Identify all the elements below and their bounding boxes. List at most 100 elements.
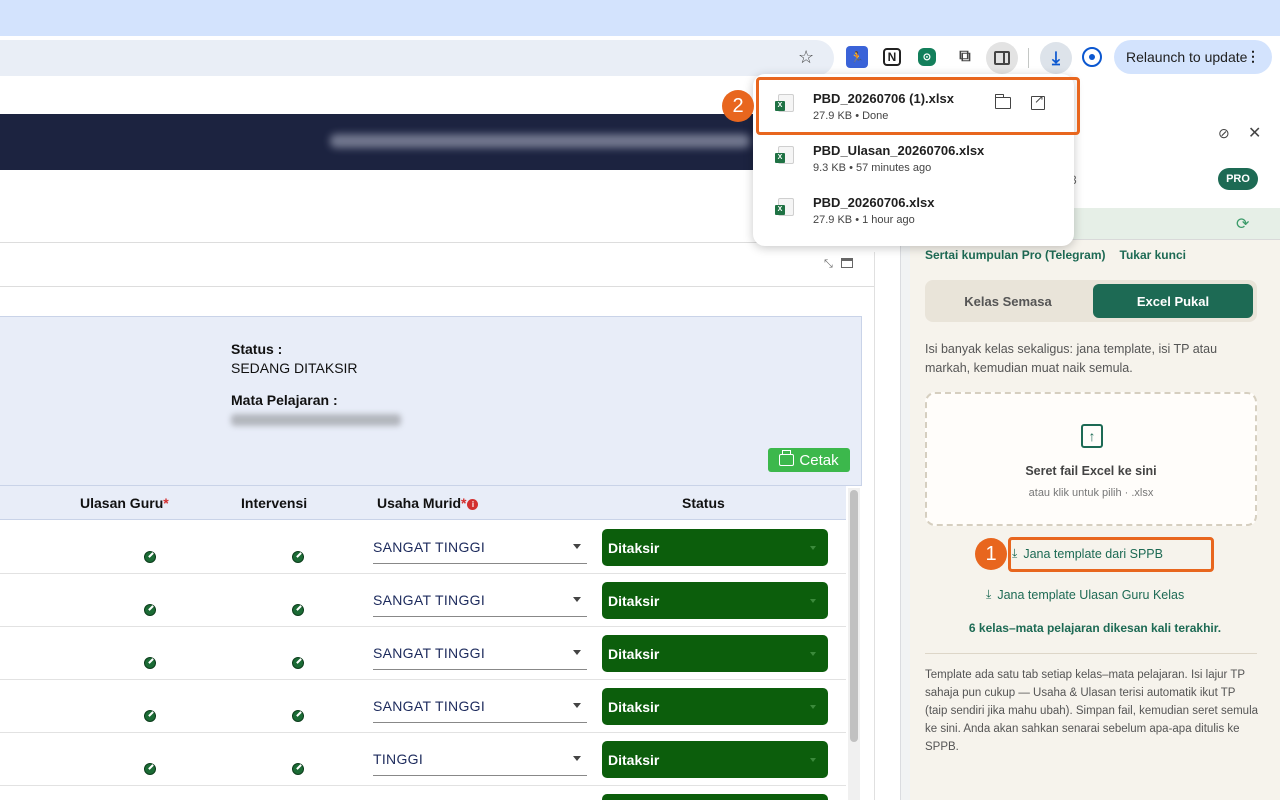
page-edge	[874, 252, 875, 800]
subject-label: Mata Pelajaran :	[231, 392, 338, 408]
generate-ulasan-template-button[interactable]: ⤓ Jana template Ulasan Guru Kelas	[986, 587, 1184, 602]
usaha-select[interactable]: SANGAT TINGGI	[373, 636, 587, 670]
status-select[interactable]	[602, 794, 828, 800]
edit-icon[interactable]	[292, 604, 304, 616]
edit-icon[interactable]	[144, 657, 156, 669]
tab-excel-pukal[interactable]: Excel Pukal	[1093, 284, 1253, 318]
table-row: SANGAT TINGGI Ditaksir	[0, 627, 846, 680]
join-pro-telegram-link[interactable]: Sertai kumpulan Pro (Telegram)	[925, 248, 1106, 262]
download-filename: PBD_20260706.xlsx	[813, 195, 935, 210]
dropzone-subtitle: atau klik untuk pilih · .xlsx	[1028, 487, 1154, 499]
download-item[interactable]: PBD_Ulasan_20260706.xlsx 9.3 KB • 57 min…	[753, 130, 1074, 182]
more-menu-icon[interactable]: ⋮	[1246, 48, 1260, 64]
notion-icon[interactable]: N	[883, 48, 901, 66]
edit-icon[interactable]	[144, 604, 156, 616]
scrollbar-thumb[interactable]	[850, 490, 858, 742]
edit-icon[interactable]	[292, 657, 304, 669]
divider	[925, 653, 1257, 654]
bookmark-star-icon[interactable]: ☆	[798, 47, 814, 67]
side-panel-toggle-button[interactable]	[986, 42, 1018, 74]
highlight-box-step-1	[1008, 537, 1214, 572]
usaha-select[interactable]: SANGAT TINGGI	[373, 583, 587, 617]
green-extension-icon[interactable]: ⊙	[918, 48, 936, 66]
caret-down-icon	[573, 703, 581, 708]
download-item[interactable]: PBD_20260706.xlsx 27.9 KB • 1 hour ago	[753, 182, 1074, 234]
print-button[interactable]: Cetak	[768, 448, 850, 472]
caret-down-icon	[573, 756, 581, 761]
status-label: Status :	[231, 341, 283, 357]
caret-down-icon	[810, 546, 816, 550]
bulk-description: Isi banyak kelas sekaligus: jana templat…	[925, 342, 1218, 375]
tab-kelas-semasa[interactable]: Kelas Semasa	[925, 280, 1091, 322]
file-upload-icon: ↑	[1081, 424, 1103, 448]
edit-icon[interactable]	[292, 551, 304, 563]
puzzle-icon[interactable]: ⧉	[954, 46, 976, 68]
usaha-select[interactable]: SANGAT TINGGI	[373, 530, 587, 564]
status-select[interactable]: Ditaksir	[602, 635, 828, 672]
relaunch-button[interactable]: Relaunch to update ⋮	[1114, 40, 1272, 74]
recent-classes-note: 6 kelas–mata pelajaran dikesan kali tera…	[968, 621, 1222, 635]
status-value: SEDANG DITAKSIR	[231, 360, 358, 376]
highlight-box-step-2	[756, 77, 1080, 135]
table-row: SANGAT TINGGI Ditaksir	[0, 521, 846, 574]
edit-icon[interactable]	[292, 710, 304, 722]
side-panel-icon	[994, 51, 1010, 65]
pro-badge: PRO	[1218, 168, 1258, 190]
edit-icon[interactable]	[144, 551, 156, 563]
table-row: SANGAT TINGGI Ditaksir	[0, 574, 846, 627]
info-icon[interactable]: i	[467, 499, 479, 510]
download-icon: ⤓	[1052, 47, 1060, 68]
table-row	[0, 786, 846, 800]
download-icon: ⤓	[986, 587, 992, 601]
table-scrollbar[interactable]	[848, 488, 860, 800]
divider	[0, 286, 874, 287]
browser-toolbar: ☆ 🏃 N ⊙ ⧉ ⤓ Relaunch to update ⋮	[0, 36, 1280, 80]
change-key-link[interactable]: Tukar kunci	[1120, 248, 1186, 262]
excel-file-icon	[775, 198, 794, 216]
panel-tools: ⤡	[824, 258, 853, 271]
compress-icon[interactable]: ⤡	[824, 258, 833, 271]
caret-down-icon	[573, 544, 581, 549]
excel-dropzone[interactable]: ↑ Seret fail Excel ke sini atau klik unt…	[925, 392, 1257, 526]
column-header-intervensi: Intervensi	[241, 495, 308, 511]
status-select[interactable]: Ditaksir	[602, 688, 828, 725]
toolbar-separator	[1028, 48, 1029, 68]
downloads-button[interactable]: ⤓	[1040, 42, 1072, 74]
step-marker-1: 1	[975, 538, 1007, 570]
runner-extension-icon[interactable]: 🏃	[846, 46, 868, 68]
refresh-icon[interactable]: ⟳	[1236, 214, 1249, 234]
table-header: Ulasan Guru* Intervensi Usaha Murid* i St…	[0, 486, 846, 520]
print-label: Cetak	[799, 451, 839, 469]
caret-down-icon	[810, 758, 816, 762]
blurred-subject-value	[231, 414, 401, 426]
info-box	[0, 316, 862, 486]
caret-down-icon	[573, 650, 581, 655]
status-select[interactable]: Ditaksir	[602, 529, 828, 566]
caret-down-icon	[810, 652, 816, 656]
edit-icon[interactable]	[292, 763, 304, 775]
usaha-select[interactable]: SANGAT TINGGI	[373, 689, 587, 723]
window-icon[interactable]	[840, 258, 853, 268]
step-marker-2: 2	[722, 90, 754, 122]
profile-icon[interactable]	[1082, 47, 1102, 67]
caret-down-icon	[810, 599, 816, 603]
usaha-select[interactable]: TINGGI	[373, 742, 587, 776]
dropzone-title: Seret fail Excel ke sini	[1025, 464, 1157, 478]
edit-icon[interactable]	[144, 763, 156, 775]
close-icon[interactable]: ✕	[1248, 123, 1261, 143]
download-meta: 27.9 KB • 1 hour ago	[813, 214, 915, 226]
download-meta: 9.3 KB • 57 minutes ago	[813, 162, 932, 174]
unpin-icon[interactable]: ⊘	[1218, 125, 1230, 142]
template-instructions: Template ada satu tab setiap kelas–mata …	[925, 669, 1259, 753]
status-select[interactable]: Ditaksir	[602, 741, 828, 778]
link-row: Sertai kumpulan Pro (Telegram) Tukar kunc…	[925, 248, 1186, 262]
tab-strip	[0, 0, 1280, 36]
edit-icon[interactable]	[144, 710, 156, 722]
caret-down-icon	[810, 705, 816, 709]
printer-icon	[779, 450, 795, 466]
status-select[interactable]: Ditaksir	[602, 582, 828, 619]
download-filename: PBD_Ulasan_20260706.xlsx	[813, 143, 985, 158]
divider	[0, 242, 874, 243]
assessment-table: Ulasan Guru* Intervensi Usaha Murid* i St…	[0, 486, 846, 800]
address-bar[interactable]	[0, 40, 834, 76]
